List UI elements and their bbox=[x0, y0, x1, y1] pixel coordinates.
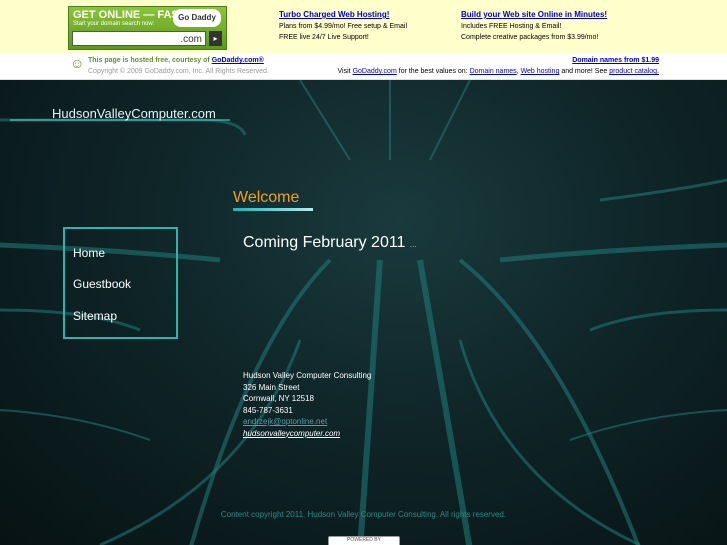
domain-price-notice: Domain names from $1.99 bbox=[572, 57, 659, 64]
company-name: Hudson Valley Computer Consulting bbox=[243, 371, 372, 380]
hosting-promo-link[interactable]: Turbo Charged Web Hosting! bbox=[279, 9, 407, 20]
hosting-promo-line2: FREE live 24/7 Live Support! bbox=[279, 34, 369, 41]
domain-search-input[interactable]: .com bbox=[72, 31, 206, 46]
hosting-promo: Turbo Charged Web Hosting! Plans from $4… bbox=[279, 9, 407, 43]
godaddy-search-box: GET ONLINE — FAST! Start your domain sea… bbox=[68, 6, 227, 50]
hosted-notice: This page is hosted free, courtesy of Go… bbox=[88, 57, 264, 64]
godaddy-hosted-link[interactable]: GoDaddy.com® bbox=[212, 57, 264, 64]
phone-number: 845-787-3631 bbox=[243, 405, 293, 415]
email-link[interactable]: andrzejk@optonline.net bbox=[243, 417, 327, 426]
powered-by-badge[interactable]: POWERED BY bbox=[328, 536, 400, 545]
contact-address: Hudson Valley Computer Consulting 326 Ma… bbox=[243, 370, 371, 439]
visit-more: and more! See bbox=[561, 68, 608, 75]
godaddy-guy-icon: ☺ bbox=[70, 55, 85, 71]
welcome-heading: Welcome bbox=[233, 189, 300, 206]
nav-item-guestbook[interactable]: Guestbook bbox=[73, 277, 131, 291]
footer-copyright: Content copyright 2011. Hudson Valley Co… bbox=[220, 510, 507, 519]
welcome-underline bbox=[233, 208, 313, 211]
promo-bar: GET ONLINE — FAST! Start your domain sea… bbox=[0, 0, 727, 53]
search-go-button[interactable]: ▸ bbox=[209, 31, 222, 46]
website-promo-line1: Includes FREE Hosting & Email! bbox=[461, 23, 562, 30]
visit-prefix: Visit bbox=[337, 68, 351, 75]
site-title[interactable]: HudsonValleyComputer.com bbox=[52, 106, 216, 121]
godaddy-copyright: Copyright © 2009 GoDaddy.com, Inc. All R… bbox=[88, 68, 269, 75]
godaddy-box-subtitle: Start your domain search now: bbox=[73, 21, 155, 27]
coming-soon-heading: Coming February 2011 ... bbox=[243, 234, 417, 252]
city-state-zip: Cornwall, NY 12518 bbox=[243, 394, 315, 403]
site-main: HudsonValleyComputer.com Welcome Home Gu… bbox=[0, 80, 727, 545]
nav-menu: Home Guestbook Sitemap bbox=[63, 227, 178, 339]
hosting-promo-line1: Plans from $4.99/mo! Free setup & Email bbox=[279, 23, 407, 30]
nav-item-sitemap[interactable]: Sitemap bbox=[73, 309, 117, 323]
coming-soon-text: Coming February 2011 bbox=[243, 234, 406, 251]
web-hosting-link[interactable]: Web hosting bbox=[521, 68, 560, 75]
domain-names-price-link[interactable]: Domain names from $1.99 bbox=[572, 57, 659, 64]
product-catalog-link[interactable]: product catalog. bbox=[609, 68, 659, 75]
godaddy-visit-link[interactable]: GoDaddy.com bbox=[353, 68, 397, 75]
visit-middle: for the best values on: bbox=[398, 68, 468, 75]
street-address: 326 Main Street bbox=[243, 382, 300, 392]
nav-item-home[interactable]: Home bbox=[73, 246, 105, 260]
hosted-by-bar: ☺ This page is hosted free, courtesy of … bbox=[0, 53, 727, 80]
hosted-text: This page is hosted free, courtesy of bbox=[88, 57, 210, 64]
coming-soon-ellipsis: ... bbox=[409, 240, 417, 249]
visit-notice: Visit GoDaddy.com for the best values on… bbox=[337, 68, 660, 75]
website-link[interactable]: hudsonvalleycomputer.com bbox=[243, 429, 340, 438]
godaddy-box-title: GET ONLINE — FAST! bbox=[73, 9, 190, 21]
website-promo-line2: Complete creative packages from $3.99/mo… bbox=[461, 34, 599, 41]
domain-names-link[interactable]: Domain names bbox=[470, 68, 517, 75]
website-promo: Build your Web site Online in Minutes! I… bbox=[461, 9, 607, 43]
godaddy-logo[interactable]: Go Daddy bbox=[173, 9, 221, 27]
website-promo-link[interactable]: Build your Web site Online in Minutes! bbox=[461, 9, 607, 20]
